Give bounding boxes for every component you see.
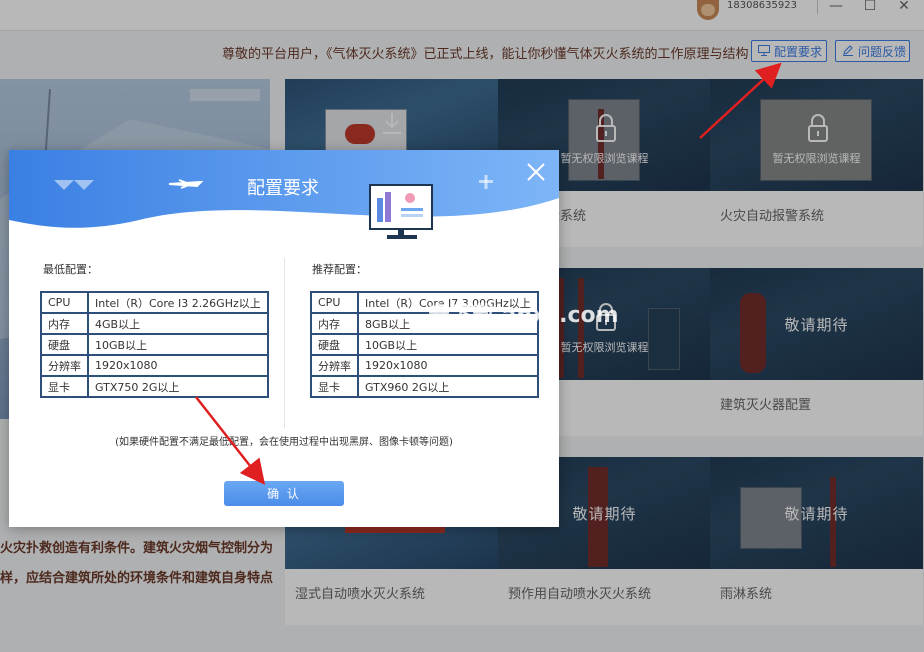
spec-key: 内存 <box>310 312 359 335</box>
recommended-config-label: 推荐配置： <box>312 263 367 276</box>
spec-value: GTX750 2G以上 <box>87 375 269 398</box>
spec-value: GTX960 2G以上 <box>357 375 539 398</box>
config-requirements-dialog: 配置要求 最低配置： 推荐配置： CPU Intel（R）Core I3 2.26… <box>9 150 559 527</box>
airplane-icon <box>168 179 203 189</box>
confirm-button[interactable]: 确 认 <box>224 481 344 506</box>
min-config-table: CPU Intel（R）Core I3 2.26GHz以上 内存 4GB以上 硬盘 1… <box>40 291 269 398</box>
spec-key: 显卡 <box>40 375 89 398</box>
spec-value: Intel（R）Core I3 2.26GHz以上 <box>87 291 269 314</box>
table-row: 显卡 GTX960 2G以上 <box>310 375 539 398</box>
spec-key: 分辨率 <box>40 354 89 377</box>
spec-key: 硬盘 <box>310 333 359 356</box>
table-row: 硬盘 10GB以上 <box>40 333 269 356</box>
spec-key: 显卡 <box>310 375 359 398</box>
close-icon[interactable] <box>526 162 546 182</box>
table-row: 显卡 GTX750 2G以上 <box>40 375 269 398</box>
table-row: CPU Intel（R）Core I3 2.26GHz以上 <box>40 291 269 314</box>
spec-value: 10GB以上 <box>357 333 539 356</box>
table-row: 内存 4GB以上 <box>40 312 269 335</box>
spec-key: 硬盘 <box>40 333 89 356</box>
column-divider <box>284 258 285 428</box>
table-row: 硬盘 10GB以上 <box>310 333 539 356</box>
spec-value: 1920x1080 <box>87 354 269 377</box>
spec-key: CPU <box>40 291 89 314</box>
dialog-title: 配置要求 <box>247 178 319 199</box>
spec-key: CPU <box>310 291 359 314</box>
spec-value: 1920x1080 <box>357 354 539 377</box>
spec-key: 内存 <box>40 312 89 335</box>
spec-key: 分辨率 <box>310 354 359 377</box>
table-row: 分辨率 1920x1080 <box>310 354 539 377</box>
table-row: 分辨率 1920x1080 <box>40 354 269 377</box>
monitor-illustration <box>369 184 433 239</box>
min-config-label: 最低配置： <box>43 263 98 276</box>
hardware-warning: (如果硬件配置不满足最低配置，会在使用过程中出现黑屏、图像卡顿等问题) <box>115 437 453 448</box>
site-watermark: 安下载 anxz.com <box>428 303 619 328</box>
spec-value: 4GB以上 <box>87 312 269 335</box>
spec-value: 10GB以上 <box>87 333 269 356</box>
